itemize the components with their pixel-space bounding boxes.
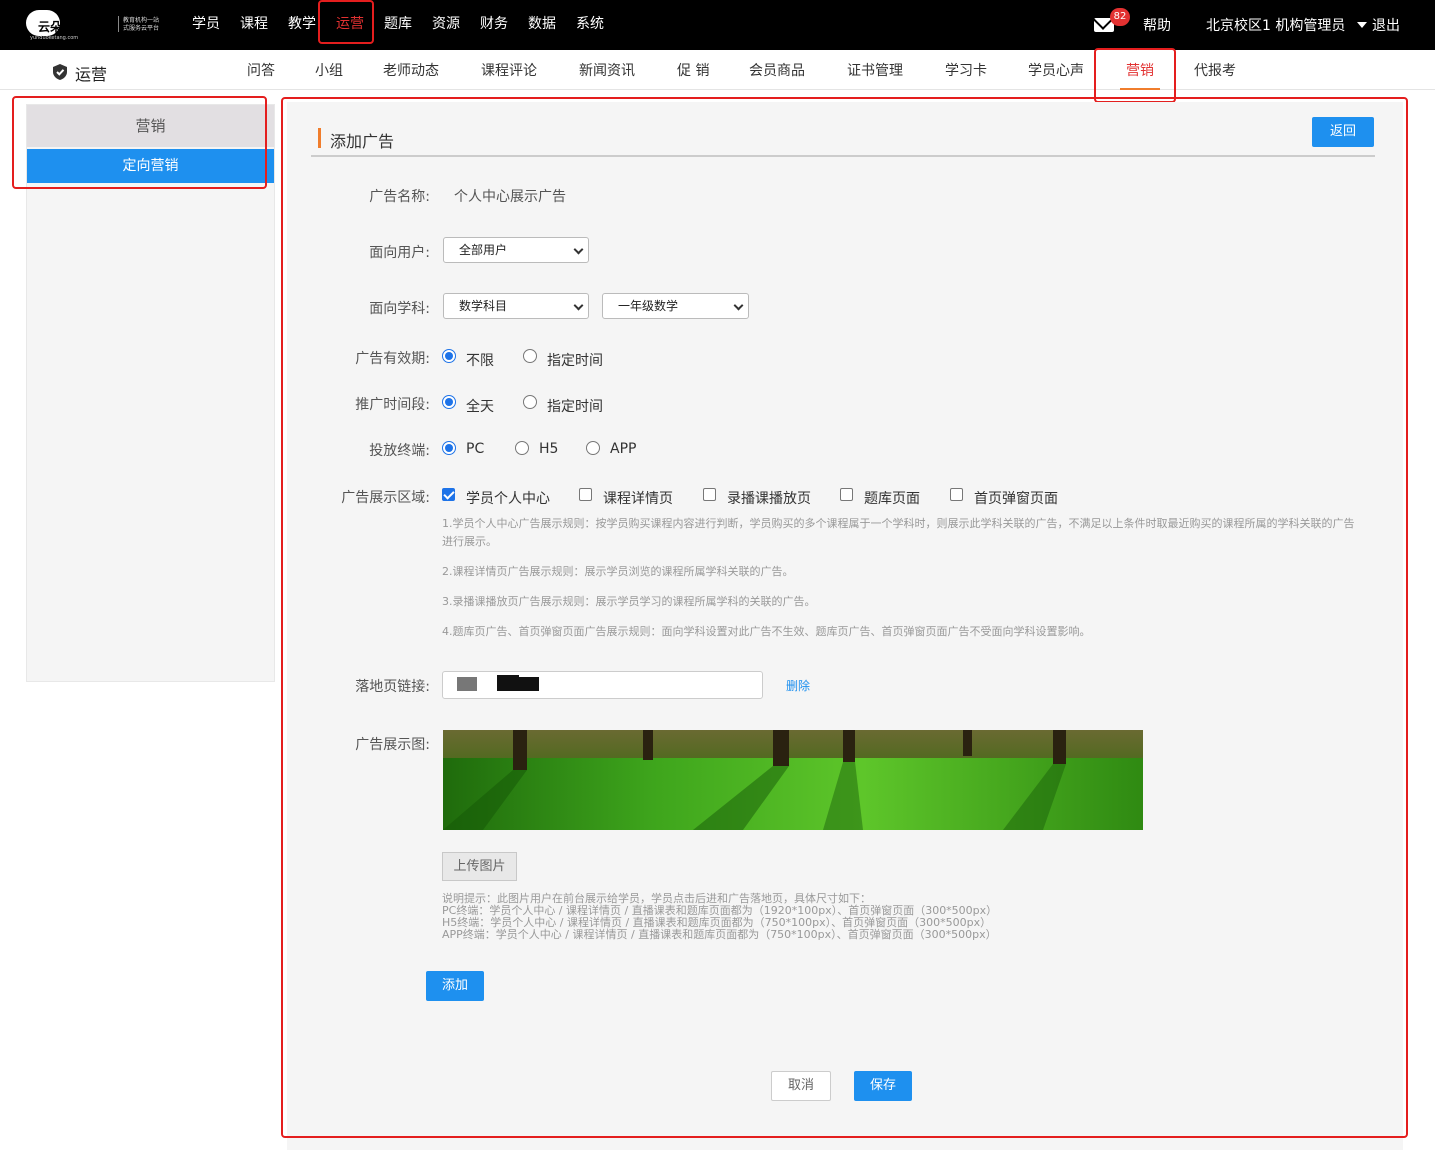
subnav-item-groups[interactable]: 小组 <box>315 60 343 80</box>
sidebar: 营销 定向营销 <box>26 104 275 682</box>
mail-button[interactable]: 82 <box>1094 8 1130 36</box>
subnav-item-course-reviews[interactable]: 课程评论 <box>481 60 537 80</box>
topnav-item-resources[interactable]: 资源 <box>422 0 470 50</box>
topnav-item-courses[interactable]: 课程 <box>230 0 278 50</box>
logo-brand: 云朵课堂 <box>38 20 87 34</box>
logo-slogan-line-2: 式服务云平台 <box>123 25 160 32</box>
topnav-item-finance[interactable]: 财务 <box>470 0 518 50</box>
logo-url: yunduoketang.com <box>30 35 79 41</box>
topnav-item-question-bank[interactable]: 题库 <box>374 0 422 50</box>
highlight-box-main <box>281 97 1408 1138</box>
logout-link[interactable]: 退出 <box>1372 15 1400 35</box>
help-link[interactable]: 帮助 <box>1143 15 1171 35</box>
logo-slogan: 教育机构一站 式服务云平台 <box>123 17 167 33</box>
user-menu[interactable]: 北京校区1 机构管理员 <box>1206 15 1345 35</box>
caret-down-icon[interactable] <box>1357 22 1367 28</box>
mail-count-badge: 82 <box>1110 8 1130 26</box>
subnav-item-promotions[interactable]: 促 销 <box>677 60 709 80</box>
top-nav: 学员 课程 教学 运营 题库 资源 财务 数据 系统 <box>182 0 614 50</box>
subnav-item-member-goods[interactable]: 会员商品 <box>749 60 805 80</box>
logo-slogan-line-1: 教育机构一站 <box>123 17 160 24</box>
logo-divider <box>118 16 119 32</box>
subnav-item-qa[interactable]: 问答 <box>247 60 275 80</box>
section-title: 运营 <box>75 65 108 84</box>
topnav-item-data[interactable]: 数据 <box>518 0 566 50</box>
subnav-item-proxy-exam[interactable]: 代报考 <box>1194 60 1236 80</box>
subnav-item-teacher-updates[interactable]: 老师动态 <box>383 60 439 80</box>
topnav-item-students[interactable]: 学员 <box>182 0 230 50</box>
highlight-box-sidebar <box>12 96 267 189</box>
topnav-item-system[interactable]: 系统 <box>566 0 614 50</box>
highlight-box-topnav <box>318 0 374 44</box>
subnav-item-student-voices[interactable]: 学员心声 <box>1028 60 1084 80</box>
shield-icon <box>53 64 67 80</box>
subnav-item-news[interactable]: 新闻资讯 <box>579 60 635 80</box>
logo[interactable]: 云朵课堂 yunduoketang.com 教育机构一站 式服务云平台 <box>26 8 159 41</box>
top-bar: 云朵课堂 yunduoketang.com 教育机构一站 式服务云平台 学员 课… <box>0 0 1435 50</box>
highlight-box-subnav <box>1094 48 1176 103</box>
subnav-item-study-cards[interactable]: 学习卡 <box>945 60 987 80</box>
subnav-item-certificates[interactable]: 证书管理 <box>847 60 903 80</box>
